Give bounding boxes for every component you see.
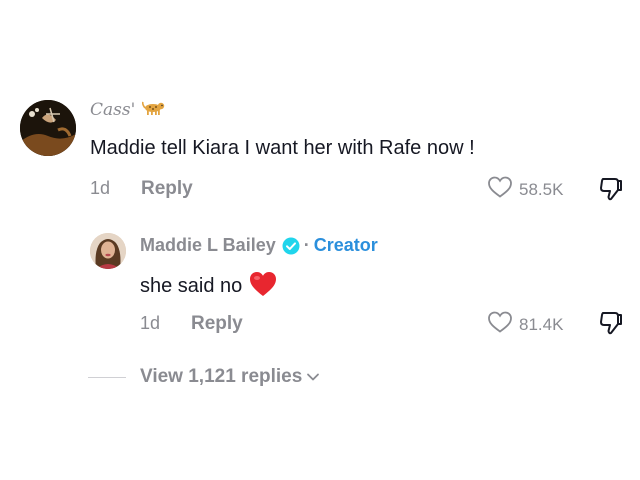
heart-emoji-icon	[249, 271, 277, 303]
like-button[interactable]: 58.5K	[487, 175, 563, 204]
creator-separator: ·	[303, 235, 310, 255]
reply-author[interactable]: Maddie L Bailey · Creator	[140, 235, 378, 256]
reply-text: she said no	[140, 271, 277, 303]
leopard-emoji-icon	[141, 100, 166, 121]
dislike-button[interactable]	[598, 175, 624, 208]
thumbs-down-icon	[598, 178, 624, 207]
heart-outline-icon	[487, 310, 513, 339]
avatar-image	[90, 233, 126, 269]
dislike-button[interactable]	[598, 309, 624, 342]
author-name-text: Maddie L Bailey	[140, 235, 276, 255]
chevron-down-icon	[306, 372, 320, 382]
view-replies-button[interactable]: View 1,121 replies	[140, 366, 320, 388]
avatar[interactable]	[20, 100, 76, 156]
avatar[interactable]	[90, 233, 126, 269]
reply-time: 1d	[140, 313, 161, 333]
like-count: 81.4K	[519, 314, 564, 334]
comment-text: Maddie tell Kiara I want her with Rafe n…	[90, 137, 475, 159]
reply-button[interactable]: Reply	[191, 313, 243, 335]
avatar-image	[20, 100, 76, 156]
heart-outline-icon	[487, 175, 513, 204]
like-count: 58.5K	[519, 179, 564, 199]
creator-label: Creator	[313, 235, 378, 255]
comment-time: 1d	[90, 178, 111, 198]
reply-text-content: she said no	[140, 275, 243, 297]
like-button[interactable]: 81.4K	[487, 310, 563, 339]
thumbs-down-icon	[598, 312, 624, 341]
verified-badge-icon	[282, 237, 300, 255]
author-name-text: Cass'	[90, 100, 136, 120]
comment-author[interactable]: Cass'	[90, 100, 166, 121]
view-replies-label: View 1,121 replies	[140, 366, 303, 387]
reply-button[interactable]: Reply	[141, 178, 193, 200]
divider	[88, 377, 126, 378]
